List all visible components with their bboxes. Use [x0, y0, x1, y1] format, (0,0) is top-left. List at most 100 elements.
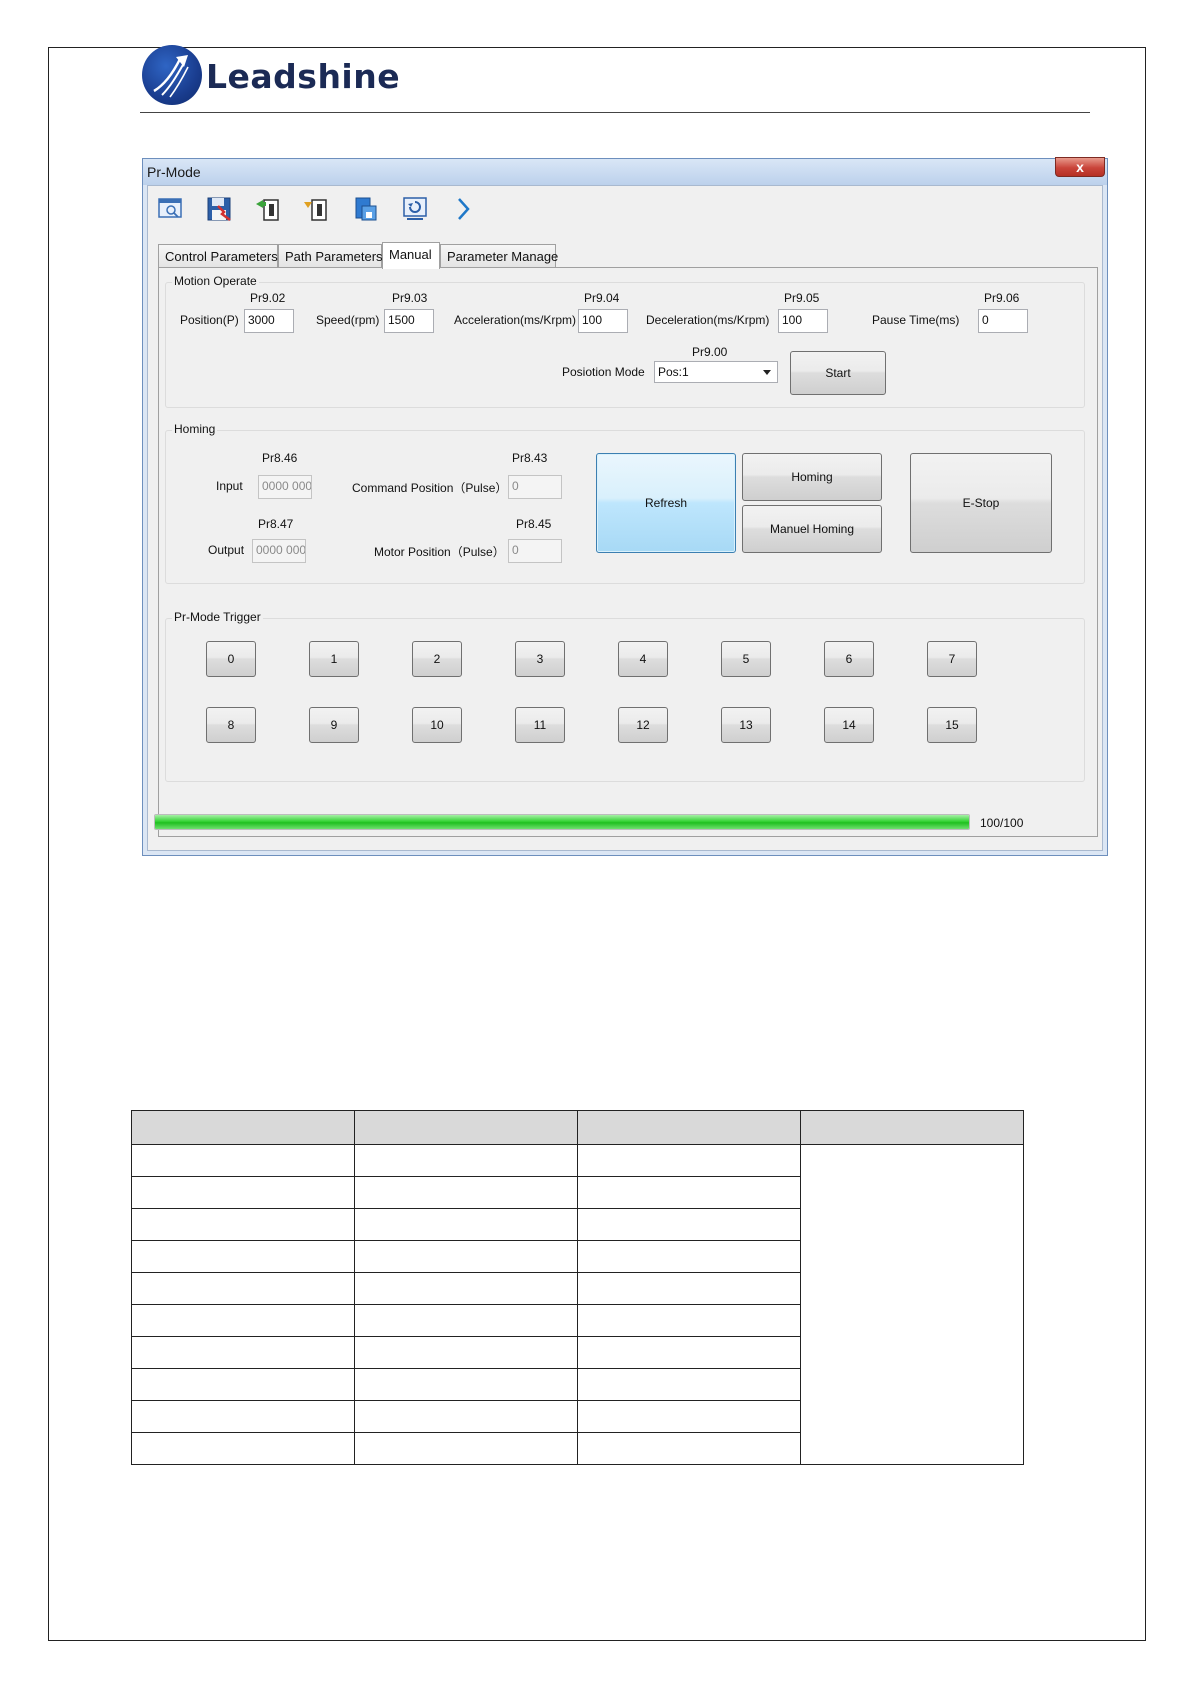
estop-button[interactable]: E-Stop: [910, 453, 1052, 553]
window-title: Pr-Mode: [147, 164, 201, 180]
trigger-button-6[interactable]: 6: [824, 641, 874, 677]
header-divider: [140, 112, 1090, 113]
pause-input[interactable]: 0: [978, 309, 1028, 333]
save-icon[interactable]: [202, 192, 236, 226]
position-label: Position(P): [180, 313, 239, 327]
upload-icon[interactable]: [252, 192, 286, 226]
table-cell: [131, 1208, 355, 1241]
table-header-cell: [131, 1110, 355, 1145]
title-bar[interactable]: Pr-Mode x: [143, 157, 1107, 185]
table-cell: [577, 1368, 801, 1401]
input-param: Pr8.46: [262, 451, 298, 465]
table-cell: [354, 1176, 578, 1209]
trigger-button-3[interactable]: 3: [515, 641, 565, 677]
open-file-icon[interactable]: [154, 192, 188, 226]
table-cell: [131, 1400, 355, 1433]
pr-mode-trigger-group: Pr-Mode Trigger 0 1 2 3 4 5 6 7 8 9 10 1…: [165, 610, 1085, 782]
cmd-pos-param: Pr8.43: [512, 451, 548, 465]
accel-param: Pr9.04: [584, 291, 620, 305]
leadshine-logo-icon: [142, 45, 202, 105]
table-header-cell: [354, 1110, 578, 1145]
table-cell: [131, 1144, 355, 1177]
cmd-pos-field: 0: [508, 475, 562, 499]
table-cell: [131, 1272, 355, 1305]
pause-label: Pause Time(ms): [872, 313, 960, 327]
trigger-button-4[interactable]: 4: [618, 641, 668, 677]
trigger-button-8[interactable]: 8: [206, 707, 256, 743]
trigger-button-9[interactable]: 9: [309, 707, 359, 743]
trigger-button-15[interactable]: 15: [927, 707, 977, 743]
speed-param: Pr9.03: [392, 291, 428, 305]
table-cell: [354, 1272, 578, 1305]
trigger-button-14[interactable]: 14: [824, 707, 874, 743]
speed-label: Speed(rpm): [316, 313, 380, 327]
cmd-pos-label: Command Position（Pulse）: [352, 481, 508, 495]
progress-text: 100/100: [980, 816, 1024, 830]
tab-control-parameters[interactable]: Control Parameters: [158, 244, 278, 268]
accel-label: Acceleration(ms/Krpm): [454, 313, 577, 327]
trigger-button-10[interactable]: 10: [412, 707, 462, 743]
download-icon[interactable]: [300, 192, 334, 226]
table-cell: [354, 1304, 578, 1337]
table-cell: [354, 1432, 578, 1465]
refresh-button[interactable]: Refresh: [596, 453, 736, 553]
motor-pos-param: Pr8.45: [516, 517, 552, 531]
table-cell: [577, 1304, 801, 1337]
trigger-button-0[interactable]: 0: [206, 641, 256, 677]
toolbar: [154, 192, 654, 228]
start-button[interactable]: Start: [790, 351, 886, 395]
accel-input[interactable]: 100: [578, 309, 628, 333]
motion-operate-title: Motion Operate: [172, 274, 259, 288]
position-input[interactable]: 3000: [244, 309, 294, 333]
trigger-button-12[interactable]: 12: [618, 707, 668, 743]
table-cell: [131, 1336, 355, 1369]
manual-homing-button[interactable]: Manuel Homing: [742, 505, 882, 553]
homing-group: Homing Pr8.46 Input 0000 000 Pr8.47 Outp…: [165, 422, 1085, 584]
trigger-button-7[interactable]: 7: [927, 641, 977, 677]
tab-manual[interactable]: Manual: [382, 242, 440, 269]
table-cell: [577, 1432, 801, 1465]
trigger-button-13[interactable]: 13: [721, 707, 771, 743]
trigger-button-2[interactable]: 2: [412, 641, 462, 677]
table-header-cell: [800, 1110, 1024, 1145]
tab-parameter-manage[interactable]: Parameter Manage: [440, 244, 558, 268]
parameter-table: [131, 1110, 1024, 1465]
table-cell: [577, 1240, 801, 1273]
position-mode-select[interactable]: Pos:1: [654, 361, 778, 383]
output-label: Output: [208, 543, 245, 557]
homing-title: Homing: [172, 422, 218, 436]
input-label: Input: [216, 479, 243, 493]
trigger-button-5[interactable]: 5: [721, 641, 771, 677]
page-header: Leadshine: [140, 45, 1090, 113]
output-param: Pr8.47: [258, 517, 294, 531]
table-cell: [354, 1208, 578, 1241]
decel-input[interactable]: 100: [778, 309, 828, 333]
trigger-button-11[interactable]: 11: [515, 707, 565, 743]
table-cell: [354, 1368, 578, 1401]
speed-input[interactable]: 1500: [384, 309, 434, 333]
table-cell: [577, 1272, 801, 1305]
write-eeprom-icon[interactable]: [348, 192, 382, 226]
table-merged-cell: [800, 1144, 1024, 1465]
motion-operate-group: Motion Operate Pr9.02 Position(P) 3000 P…: [165, 274, 1085, 408]
table-cell: [354, 1240, 578, 1273]
brand-name: Leadshine: [206, 57, 401, 96]
progress-fill: [155, 815, 969, 829]
restore-icon[interactable]: [398, 192, 432, 226]
window-client: Control Parameters Path Parameters Manua…: [147, 185, 1103, 851]
table-cell: [131, 1176, 355, 1209]
tab-path-parameters[interactable]: Path Parameters: [278, 244, 383, 268]
table-row: [131, 1144, 1024, 1465]
table-cell: [577, 1176, 801, 1209]
table-cell: [577, 1336, 801, 1369]
table-cell: [577, 1208, 801, 1241]
trigger-title: Pr-Mode Trigger: [172, 610, 263, 624]
close-button[interactable]: x: [1055, 157, 1105, 177]
table-cell: [354, 1400, 578, 1433]
next-arrow-icon[interactable]: [446, 192, 480, 226]
decel-label: Deceleration(ms/Krpm): [646, 313, 770, 327]
homing-button[interactable]: Homing: [742, 453, 882, 501]
input-status-field: 0000 000: [258, 475, 312, 499]
trigger-button-1[interactable]: 1: [309, 641, 359, 677]
table-cell: [131, 1368, 355, 1401]
